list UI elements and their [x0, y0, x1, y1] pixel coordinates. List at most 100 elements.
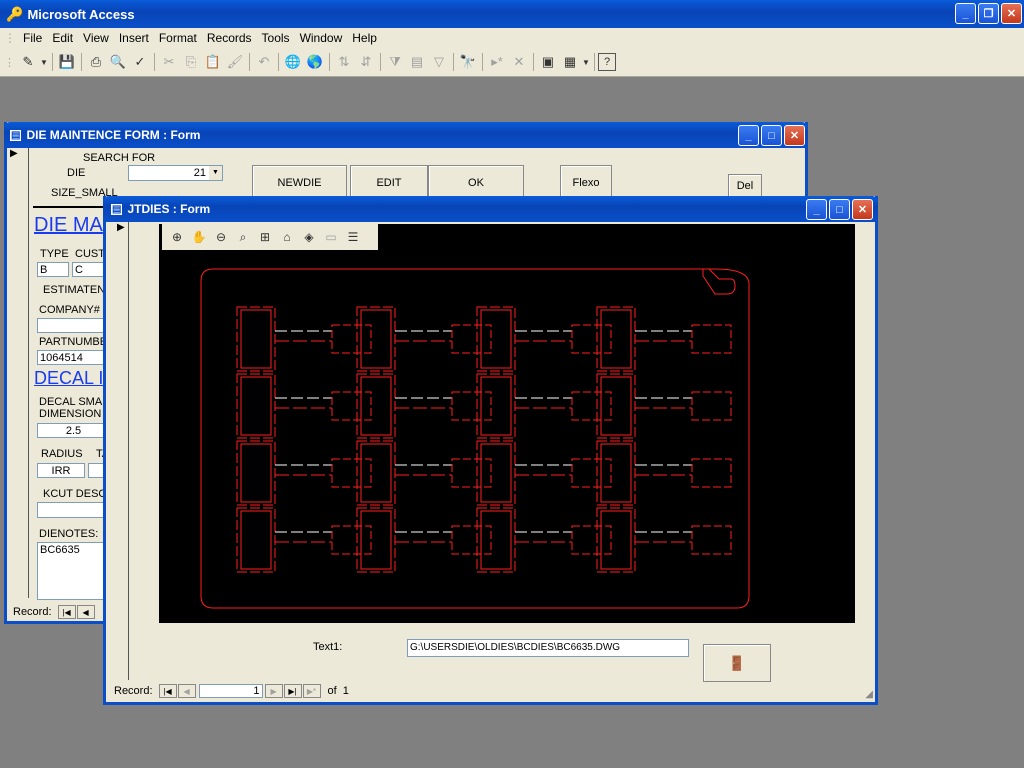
estimaten-label: ESTIMATEN: [43, 284, 106, 296]
menu-edit[interactable]: Edit: [47, 31, 78, 45]
end-tab: [331, 525, 372, 555]
page-icon[interactable]: ▭: [320, 226, 342, 248]
text1-field[interactable]: G:\USERSDIE\OLDIES\BCDIES\BC6635.DWG: [407, 639, 689, 657]
pan-icon[interactable]: ✋: [188, 226, 210, 248]
viewer-toolbar: ⊕ ✋ ⊖ ⌕ ⊞ ⌂ ◈ ▭ ☰: [162, 224, 378, 250]
undo-icon[interactable]: ↶: [253, 51, 275, 73]
3d-view-icon[interactable]: ◈: [298, 226, 320, 248]
jtdies-title: JTDIES : Form: [127, 202, 211, 216]
layers-icon[interactable]: ☰: [342, 226, 364, 248]
dimension-label: DIMENSION: [39, 408, 102, 420]
partnumber-field[interactable]: 1064514: [37, 350, 110, 365]
end-tab: [331, 458, 372, 488]
close-icon[interactable]: ✕: [784, 125, 805, 146]
prev-record-icon[interactable]: ◀: [177, 684, 196, 698]
save-icon[interactable]: 💾: [56, 51, 78, 73]
properties-icon[interactable]: ▣: [537, 51, 559, 73]
form-view-icon[interactable]: ✎: [17, 51, 39, 73]
menu-records[interactable]: Records: [202, 31, 257, 45]
new-record-icon[interactable]: ▶*: [302, 684, 321, 698]
cavity-body: [356, 440, 396, 506]
separator: [278, 53, 279, 71]
separator: [482, 53, 483, 71]
new-object-icon[interactable]: ▦: [559, 51, 581, 73]
menu-tools[interactable]: Tools: [257, 31, 295, 45]
zoom-in-icon[interactable]: ⊕: [166, 226, 188, 248]
menu-help[interactable]: Help: [347, 31, 382, 45]
minimize-icon[interactable]: _: [806, 199, 827, 220]
zoom-out-icon[interactable]: ⊖: [210, 226, 232, 248]
dimension-field[interactable]: 2.5: [37, 423, 110, 438]
sort-ascending-icon[interactable]: ⇅: [333, 51, 355, 73]
print-preview-icon[interactable]: 🔍: [107, 51, 129, 73]
dropdown-arrow-icon[interactable]: ▼: [39, 51, 49, 73]
first-record-icon[interactable]: |◀: [57, 605, 76, 619]
form-icon: ▤: [10, 129, 22, 141]
next-record-icon[interactable]: ▶: [264, 684, 283, 698]
insert-hyperlink-icon[interactable]: 🌐: [282, 51, 304, 73]
new-record-icon[interactable]: ▸*: [486, 51, 508, 73]
del-button[interactable]: Del: [728, 174, 762, 198]
record-navigator: Record: |◀ ◀: [13, 604, 113, 620]
zoom-extents-icon[interactable]: ⊞: [254, 226, 276, 248]
separator: [154, 53, 155, 71]
combo-arrow-icon[interactable]: ▼: [209, 166, 222, 180]
minimize-icon[interactable]: _: [738, 125, 759, 146]
search-for-label: SEARCH FOR: [83, 152, 156, 164]
help-icon[interactable]: ?: [598, 53, 616, 71]
exit-form-button[interactable]: 🚪: [703, 644, 771, 682]
home-view-icon[interactable]: ⌂: [276, 226, 298, 248]
filter-by-selection-icon[interactable]: ⧩: [384, 51, 406, 73]
format-painter-icon[interactable]: 🖌: [224, 51, 246, 73]
cut-icon[interactable]: ✂: [158, 51, 180, 73]
die-combo[interactable]: 21 ▼: [128, 165, 223, 181]
close-icon[interactable]: ✕: [852, 199, 873, 220]
minimize-icon[interactable]: _: [955, 3, 976, 24]
type-label: TYPE: [40, 248, 69, 260]
spelling-icon[interactable]: ✓: [129, 51, 151, 73]
web-toolbar-icon[interactable]: 🌎: [304, 51, 326, 73]
end-tab: [451, 391, 492, 421]
menu-file[interactable]: File: [18, 31, 47, 45]
end-tab: [571, 458, 612, 488]
company-field[interactable]: [37, 318, 110, 333]
dropdown-arrow-icon[interactable]: ▼: [581, 51, 591, 73]
drawing-viewer[interactable]: ⊕ ✋ ⊖ ⌕ ⊞ ⌂ ◈ ▭ ☰: [159, 224, 855, 623]
first-record-icon[interactable]: |◀: [158, 684, 177, 698]
print-icon[interactable]: ⎙: [85, 51, 107, 73]
record-of-label: of: [327, 685, 337, 697]
close-icon[interactable]: ✕: [1001, 3, 1022, 24]
app-titlebar: 🔑 Microsoft Access _ ❐ ✕: [0, 0, 1024, 28]
find-icon[interactable]: 🔭: [457, 51, 479, 73]
kcut-desc-field[interactable]: [37, 502, 110, 518]
prev-record-icon[interactable]: ◀: [76, 605, 95, 619]
restore-icon[interactable]: ❐: [978, 3, 999, 24]
last-record-icon[interactable]: ▶|: [283, 684, 302, 698]
maximize-icon[interactable]: □: [761, 125, 782, 146]
type-field[interactable]: B: [37, 262, 69, 277]
dienotes-field[interactable]: BC6635: [37, 542, 110, 600]
paste-icon[interactable]: 📋: [202, 51, 224, 73]
delete-record-icon[interactable]: ✕: [508, 51, 530, 73]
zoom-window-icon[interactable]: ⌕: [232, 226, 254, 248]
cavity-inner: [360, 376, 392, 436]
die-value: 21: [193, 167, 206, 179]
filter-by-form-icon[interactable]: ▤: [406, 51, 428, 73]
cavity-body: [356, 507, 396, 573]
end-tab: [691, 324, 732, 354]
menu-view[interactable]: View: [78, 31, 114, 45]
record-selector[interactable]: ▶: [109, 222, 129, 680]
apply-filter-icon[interactable]: ▽: [428, 51, 450, 73]
copy-icon[interactable]: ⎘: [180, 51, 202, 73]
current-record-field[interactable]: 1: [198, 684, 263, 698]
end-tab: [451, 458, 492, 488]
record-selector[interactable]: ▶: [10, 148, 29, 598]
resize-grip-icon[interactable]: ◢: [865, 689, 873, 700]
sort-descending-icon[interactable]: ⇵: [355, 51, 377, 73]
menu-insert[interactable]: Insert: [114, 31, 154, 45]
radius-field[interactable]: IRR: [37, 463, 85, 478]
maximize-icon[interactable]: □: [829, 199, 850, 220]
kcut-desc-label: KCUT DESC: [43, 488, 107, 500]
menu-format[interactable]: Format: [154, 31, 202, 45]
menu-window[interactable]: Window: [295, 31, 348, 45]
